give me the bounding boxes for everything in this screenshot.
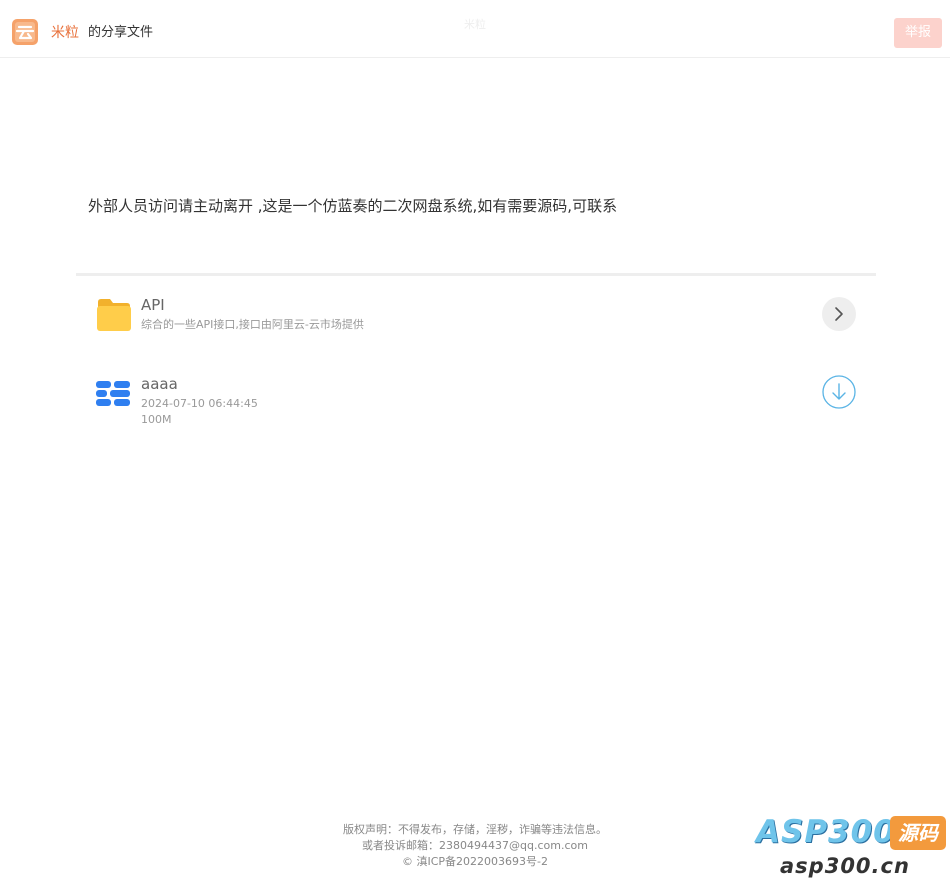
folder-icon (97, 299, 131, 331)
download-icon (822, 375, 856, 409)
file-icon (96, 381, 130, 406)
watermark-badge: 源码 (890, 816, 946, 850)
list-item-file[interactable]: aaaa 2024-07-10 06:44:45 100M (76, 368, 876, 434)
divider (76, 273, 876, 276)
header: 米粒 的分享文件 米粒 举报 (0, 0, 950, 58)
file-size: 100M (141, 413, 172, 426)
folder-description: 综合的一些API接口,接口由阿里云-云市场提供 (141, 318, 364, 331)
share-notice: 外部人员访问请主动离开 ,这是一个仿蓝奏的二次网盘系统,如有需要源码,可联系 (88, 197, 618, 215)
chevron-right-icon (835, 307, 843, 321)
open-folder-button[interactable] (822, 297, 856, 331)
report-button[interactable]: 举报 (894, 18, 942, 48)
watermark-domain: asp300.cn (780, 854, 910, 878)
list-item-folder[interactable]: API 综合的一些API接口,接口由阿里云-云市场提供 (76, 288, 876, 344)
watermark: ASP300 源码 asp300.cn (752, 812, 948, 884)
page-title: 米粒 (464, 18, 486, 31)
file-name[interactable]: aaaa (141, 375, 178, 393)
folder-name[interactable]: API (141, 296, 165, 314)
file-date: 2024-07-10 06:44:45 (141, 397, 258, 410)
watermark-logo-text: ASP300 (756, 814, 896, 850)
download-button[interactable] (822, 375, 856, 409)
